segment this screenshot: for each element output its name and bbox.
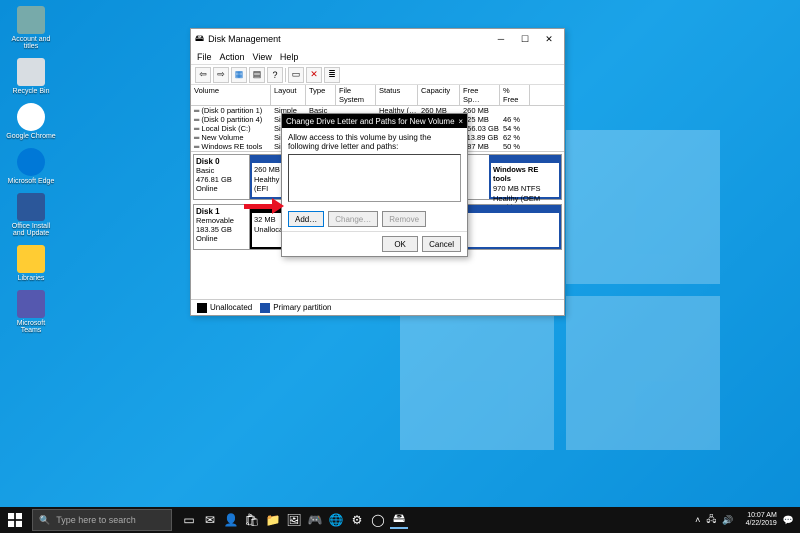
taskbar: 🔍 Type here to search ▭ ✉ 👤 🛍 📁 🖼 🎮 🌐 ⚙ …: [0, 507, 800, 533]
col-filesystem[interactable]: File System: [336, 85, 376, 105]
settings-icon[interactable]: ▭: [288, 67, 304, 83]
cancel-button[interactable]: Cancel: [422, 236, 461, 252]
help-icon[interactable]: ?: [267, 67, 283, 83]
mail-icon[interactable]: ✉: [201, 511, 219, 529]
list-icon[interactable]: ≣: [324, 67, 340, 83]
disk-title: Disk 0: [196, 157, 220, 166]
partition-re-tools[interactable]: Windows RE tools 970 MB NTFS Healthy (OE…: [489, 155, 561, 199]
dialog-close-icon[interactable]: ×: [458, 117, 463, 126]
person-icon[interactable]: 👤: [222, 511, 240, 529]
column-headers: Volume Layout Type File System Status Ca…: [191, 85, 564, 106]
tray-sound-icon[interactable]: 🔊: [722, 515, 733, 526]
col-volume[interactable]: Volume: [191, 85, 271, 105]
titlebar[interactable]: 🖴 Disk Management ─ ☐ ✕: [191, 29, 564, 49]
maximize-button[interactable]: ☐: [514, 31, 536, 47]
icon-label: Office Install and Update: [6, 223, 56, 237]
desktop-icon-edge[interactable]: Microsoft Edge: [6, 148, 56, 185]
menubar: File Action View Help: [191, 49, 564, 65]
menu-view[interactable]: View: [253, 52, 272, 62]
properties-icon[interactable]: ▤: [249, 67, 265, 83]
close-button[interactable]: ✕: [538, 31, 560, 47]
tray-chevron-icon[interactable]: ˄: [695, 515, 700, 525]
col-pct-free[interactable]: % Free: [500, 85, 530, 105]
icon-label: Microsoft Teams: [6, 320, 56, 334]
desktop-icon-explorer[interactable]: Libraries: [6, 245, 56, 282]
search-placeholder: Type here to search: [56, 515, 136, 525]
notifications-icon[interactable]: 💬: [783, 515, 794, 526]
add-button[interactable]: Add…: [288, 211, 324, 227]
desktop-icon-chrome[interactable]: Google Chrome: [6, 103, 56, 140]
toolbar: ⇦ ⇨ ▦ ▤ ? ▭ ✕ ≣: [191, 65, 564, 85]
settings-taskbar-icon[interactable]: ⚙: [348, 511, 366, 529]
window-title: Disk Management: [208, 34, 281, 44]
tray-network-icon[interactable]: 🖧: [706, 512, 716, 528]
desktop-icon-account[interactable]: Account and titles: [6, 6, 56, 50]
edge-taskbar-icon[interactable]: 🌐: [327, 511, 345, 529]
back-icon[interactable]: ⇦: [195, 67, 211, 83]
icon-label: Recycle Bin: [13, 88, 50, 95]
explorer-icon[interactable]: 📁: [264, 511, 282, 529]
minimize-button[interactable]: ─: [490, 31, 512, 47]
start-button[interactable]: [0, 507, 30, 533]
ok-button[interactable]: OK: [382, 236, 418, 252]
col-layout[interactable]: Layout: [271, 85, 306, 105]
change-drive-letter-dialog: Change Drive Letter and Paths for New Vo…: [281, 113, 468, 257]
dialog-titlebar[interactable]: Change Drive Letter and Paths for New Vo…: [282, 114, 467, 128]
paths-listbox[interactable]: [288, 154, 461, 202]
icon-label: Google Chrome: [6, 133, 55, 140]
disk-mgmt-taskbar-icon[interactable]: 🖴: [390, 511, 408, 529]
desktop-icon-teams[interactable]: Microsoft Teams: [6, 290, 56, 334]
legend: Unallocated Primary partition: [191, 299, 564, 315]
change-button: Change…: [328, 211, 378, 227]
disk-icon: 🖴: [195, 31, 204, 47]
disk-title: Disk 1: [196, 207, 220, 216]
xbox-icon[interactable]: 🎮: [306, 511, 324, 529]
refresh-icon[interactable]: ▦: [231, 67, 247, 83]
remove-button: Remove: [382, 211, 426, 227]
search-box[interactable]: 🔍 Type here to search: [32, 509, 172, 531]
col-type[interactable]: Type: [306, 85, 336, 105]
store-icon[interactable]: 🛍: [243, 511, 261, 529]
icon-label: Account and titles: [6, 36, 56, 50]
desktop-icon-recycle-bin[interactable]: Recycle Bin: [6, 58, 56, 95]
forward-icon[interactable]: ⇨: [213, 67, 229, 83]
search-icon: 🔍: [39, 515, 50, 526]
clock[interactable]: 10:07 AM 4/22/2019: [746, 512, 777, 529]
menu-help[interactable]: Help: [280, 52, 299, 62]
cortana-icon[interactable]: ◯: [369, 511, 387, 529]
dialog-text: Allow access to this volume by using the…: [288, 133, 461, 151]
col-status[interactable]: Status: [376, 85, 418, 105]
icon-label: Libraries: [18, 275, 45, 282]
photos-icon[interactable]: 🖼: [285, 511, 303, 529]
task-view-icon[interactable]: ▭: [180, 511, 198, 529]
menu-action[interactable]: Action: [220, 52, 245, 62]
col-capacity[interactable]: Capacity: [418, 85, 460, 105]
delete-icon[interactable]: ✕: [306, 67, 322, 83]
dialog-title: Change Drive Letter and Paths for New Vo…: [286, 117, 455, 126]
menu-file[interactable]: File: [197, 52, 212, 62]
icon-label: Microsoft Edge: [8, 178, 55, 185]
col-free-space[interactable]: Free Sp…: [460, 85, 500, 105]
desktop-icon-update[interactable]: Office Install and Update: [6, 193, 56, 237]
